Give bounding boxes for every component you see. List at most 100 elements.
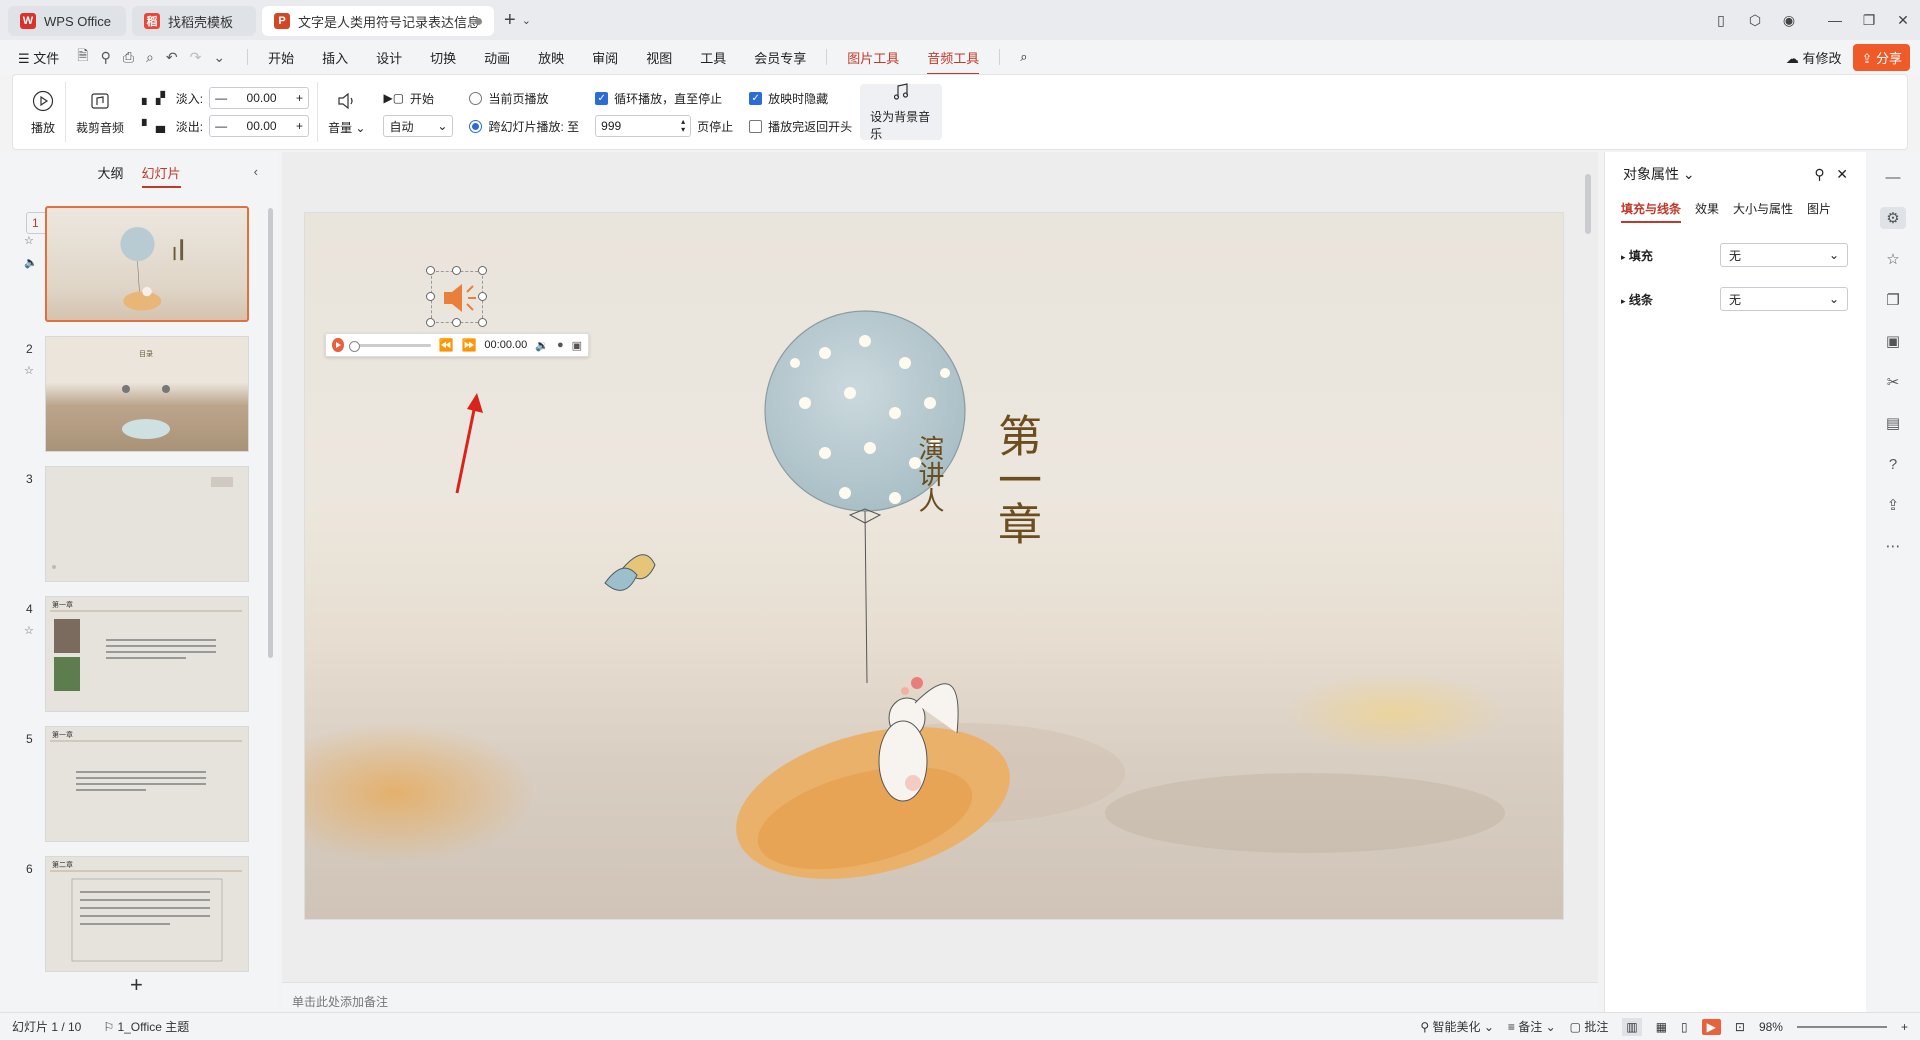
changes-status[interactable]: ☁ 有修改 <box>1786 48 1842 67</box>
minimize-icon[interactable]: — <box>1818 12 1852 28</box>
resize-handle[interactable] <box>478 266 487 275</box>
resize-handle[interactable] <box>452 266 461 275</box>
rewind-checkbox[interactable] <box>749 119 763 133</box>
volume-button[interactable]: 音量 ⌄ <box>318 89 375 136</box>
tab-outline[interactable]: 大纲 <box>97 163 123 182</box>
canvas-scrollbar[interactable] <box>1582 156 1594 976</box>
volume-icon[interactable]: 🔉 <box>535 339 549 352</box>
start-select[interactable]: 自动 ⌄ <box>383 115 454 137</box>
tab-slides[interactable]: 幻灯片 <box>141 163 181 188</box>
search-icon[interactable]: ⌕ <box>1006 49 1041 65</box>
plus-icon[interactable]: + <box>296 119 303 133</box>
menu-view[interactable]: 视图 <box>632 48 686 67</box>
panel-title[interactable]: 对象属性 ⌄ <box>1623 164 1695 184</box>
menu-transition[interactable]: 切换 <box>416 48 470 67</box>
minus-icon[interactable]: — <box>215 91 227 105</box>
unsaved-dot-icon[interactable] <box>475 17 482 25</box>
resize-handle[interactable] <box>452 318 461 327</box>
menu-tools[interactable]: 工具 <box>686 48 740 67</box>
trim-audio-button[interactable]: 裁剪音频 <box>66 89 134 136</box>
current-page-radio[interactable] <box>469 91 483 105</box>
resize-handle[interactable] <box>426 318 435 327</box>
slide-thumbnail-6[interactable]: 第二章 <box>45 856 249 972</box>
fullscreen-icon[interactable]: ▣ <box>572 339 582 352</box>
chevron-down-icon[interactable]: ⌄ <box>522 14 531 27</box>
share-icon[interactable]: ⇪ <box>1880 494 1906 516</box>
zoom-level[interactable]: 98% <box>1759 1020 1783 1034</box>
chapter-title[interactable]: 第一章 <box>990 413 1043 545</box>
page-stop-stepper[interactable]: 999 ▴ ▾ <box>595 115 692 137</box>
pin-icon[interactable]: ⚲ <box>101 49 111 66</box>
hide-option[interactable]: ✓ 放映时隐藏 <box>749 88 852 108</box>
slide-thumbnail-2[interactable]: 目录 <box>45 336 249 452</box>
fill-select[interactable]: 无 ⌄ <box>1720 243 1848 267</box>
menu-member[interactable]: 会员专享 <box>740 48 820 67</box>
layout-icon[interactable]: ▯ <box>1704 12 1738 29</box>
resize-handle[interactable] <box>478 318 487 327</box>
fade-in-value[interactable]: 00.00 <box>247 91 277 105</box>
line-section[interactable]: ▸ 线条 <box>1621 291 1653 308</box>
tab-document[interactable]: P 文字是人类用符号记录表达信息以 <box>262 6 494 36</box>
slide-thumbnail-3[interactable] <box>45 466 249 582</box>
rewind-icon[interactable]: ⏪ <box>439 338 454 352</box>
beautify-button[interactable]: ⚲ 智能美化 ⌄ <box>1420 1018 1494 1035</box>
more-icon[interactable]: ⋯ <box>1880 535 1906 557</box>
preview-icon[interactable]: ⌕ <box>146 49 154 66</box>
menu-picture-tools[interactable]: 图片工具 <box>833 48 913 67</box>
zoom-slider[interactable] <box>1796 1025 1887 1028</box>
tab-effects[interactable]: 效果 <box>1695 200 1719 217</box>
slideshow-button[interactable]: ▶ <box>1701 1018 1721 1035</box>
loop-option[interactable]: ✓ 循环播放，直至停止 <box>595 88 733 108</box>
notes-area[interactable]: 单击此处添加备注 <box>282 982 1598 1012</box>
save-icon[interactable]: 🗎 <box>77 45 88 69</box>
tab-templates[interactable]: 稻 找稻壳模板 <box>132 6 256 36</box>
tab-wps-office[interactable]: W WPS Office <box>8 6 126 36</box>
play-icon[interactable] <box>332 338 344 352</box>
zoom-in-icon[interactable]: + <box>1901 1020 1908 1034</box>
resize-handle[interactable] <box>426 266 435 275</box>
audio-object[interactable] <box>431 271 483 323</box>
properties-icon[interactable]: ⚙ <box>1880 207 1906 229</box>
theme-name[interactable]: ⚐ 1_Office 主题 <box>103 1018 189 1035</box>
current-slide[interactable]: 第一章 演讲人 ⏪ ⏩ 00:00.00 🔉 ● ▣ <box>304 212 1564 920</box>
resize-handle[interactable] <box>478 292 487 301</box>
reading-view-icon[interactable]: ▯ <box>1681 1020 1688 1034</box>
cross-slides-option[interactable]: 跨幻灯片播放: 至 <box>469 116 579 136</box>
share-button[interactable]: ⇪ 分享 <box>1853 44 1910 71</box>
fade-in-stepper[interactable]: — 00.00 + <box>209 87 310 109</box>
tab-picture[interactable]: 图片 <box>1807 200 1831 217</box>
hide-checkbox[interactable]: ✓ <box>749 91 763 105</box>
plus-icon[interactable]: + <box>296 91 303 105</box>
presenter-label[interactable]: 演讲人 <box>909 435 944 513</box>
copy-icon[interactable]: ❐ <box>1880 289 1906 311</box>
menu-slideshow[interactable]: 放映 <box>524 48 578 67</box>
new-tab-button[interactable]: + ⌄ <box>504 9 531 32</box>
slide-thumbnail-4[interactable]: 第一章 <box>45 596 249 712</box>
menu-design[interactable]: 设计 <box>362 48 416 67</box>
cross-slides-radio[interactable] <box>469 119 483 133</box>
more-chevron-icon[interactable]: ⌄ <box>213 49 225 66</box>
play-button[interactable]: 播放 <box>13 89 65 136</box>
print-icon[interactable]: ⎙ <box>123 49 134 66</box>
image-icon[interactable]: ▣ <box>1880 330 1906 352</box>
menu-animation[interactable]: 动画 <box>470 48 524 67</box>
thumbnail-scrollbar[interactable] <box>268 208 273 658</box>
rewind-option[interactable]: 播放完返回开头 <box>749 116 852 136</box>
redo-icon[interactable]: ↷ <box>190 49 202 66</box>
fill-section[interactable]: ▸ 填充 <box>1621 247 1653 264</box>
fit-icon[interactable]: ⊡ <box>1735 1020 1745 1034</box>
resize-handle[interactable] <box>426 292 435 301</box>
minus-icon[interactable]: — <box>215 119 227 133</box>
close-icon[interactable]: ✕ <box>1886 12 1920 29</box>
audio-progress-track[interactable] <box>348 340 431 352</box>
menu-audio-tools[interactable]: 音频工具 <box>913 48 993 75</box>
cube-icon[interactable]: ⬡ <box>1738 12 1772 29</box>
add-slide-button[interactable]: + <box>130 972 143 998</box>
slide-thumbnail-1[interactable] <box>45 206 249 322</box>
notes-button[interactable]: ≡ 备注 ⌄ <box>1508 1018 1556 1035</box>
fast-forward-icon[interactable]: ⏩ <box>461 338 476 352</box>
spin-arrows-icon[interactable]: ▴ ▾ <box>681 118 685 134</box>
comments-button[interactable]: ▢ 批注 <box>1570 1018 1609 1035</box>
tools-icon[interactable]: ✂ <box>1880 371 1906 393</box>
grid-view-icon[interactable]: ▦ <box>1656 1020 1667 1034</box>
